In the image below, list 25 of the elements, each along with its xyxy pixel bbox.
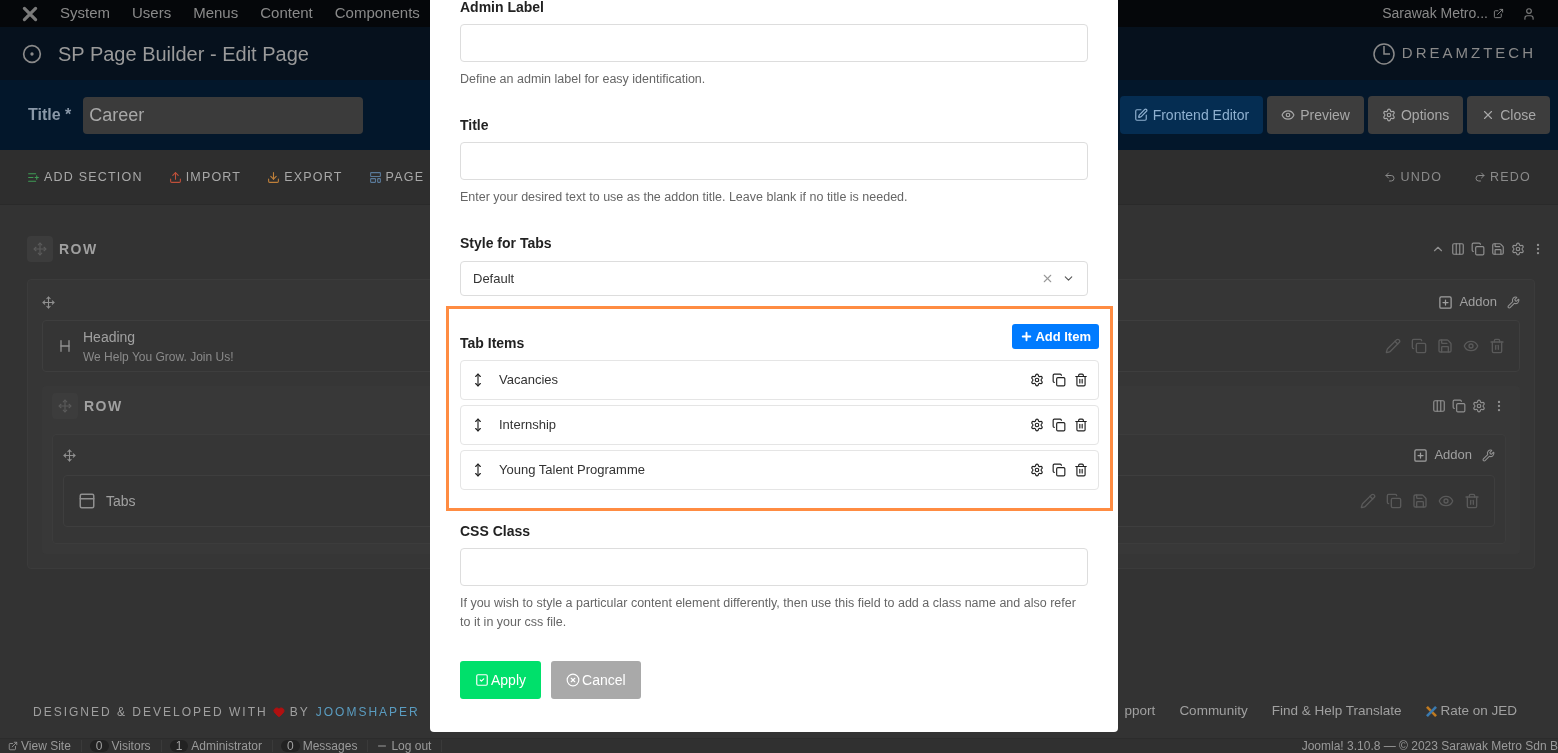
credit-text: BY	[289, 703, 310, 721]
count-badge: 1	[169, 740, 189, 752]
page-title: SP Page Builder - Edit Page	[58, 41, 309, 67]
tab-item-title: Young Talent Programme	[499, 461, 645, 480]
addon-title: Heading	[83, 327, 137, 347]
help-text: Define an admin label for easy identification.	[460, 71, 707, 88]
count-badge: 0	[281, 740, 300, 752]
row-title: ROW	[59, 239, 98, 259]
version-text: Joomla! 3.10.8 — © 2023 Sarawak Metro Sdn B	[1301, 740, 1558, 752]
help-text: If you wish to style a particular content element differently, then use this field to add a class name and also refer to it in your css file.	[460, 595, 1076, 631]
field-label: CSS Class	[460, 522, 532, 541]
count-badge: 0	[89, 740, 109, 752]
logo-text: DREAMZTECH	[1401, 43, 1536, 64]
field-label: Title	[460, 116, 490, 135]
field-label: Tab Items	[460, 334, 525, 353]
tab-item-title: Internship	[499, 416, 557, 435]
help-text: Enter your desired text to use as the addon title. Leave blank if no title is needed.	[460, 189, 909, 206]
credit-text: DESIGNED & DEVELOPED WITH	[33, 703, 268, 721]
field-label: Style for Tabs	[460, 234, 553, 253]
row-title: ROW	[84, 396, 123, 416]
tab-item-title: Vacancies	[499, 371, 558, 390]
addon-title: Tabs	[106, 491, 136, 511]
field-label: Admin Label	[460, 0, 545, 17]
addon-subtitle: We Help You Grow. Join Us!	[83, 348, 234, 366]
title-label: Title *	[28, 105, 72, 125]
